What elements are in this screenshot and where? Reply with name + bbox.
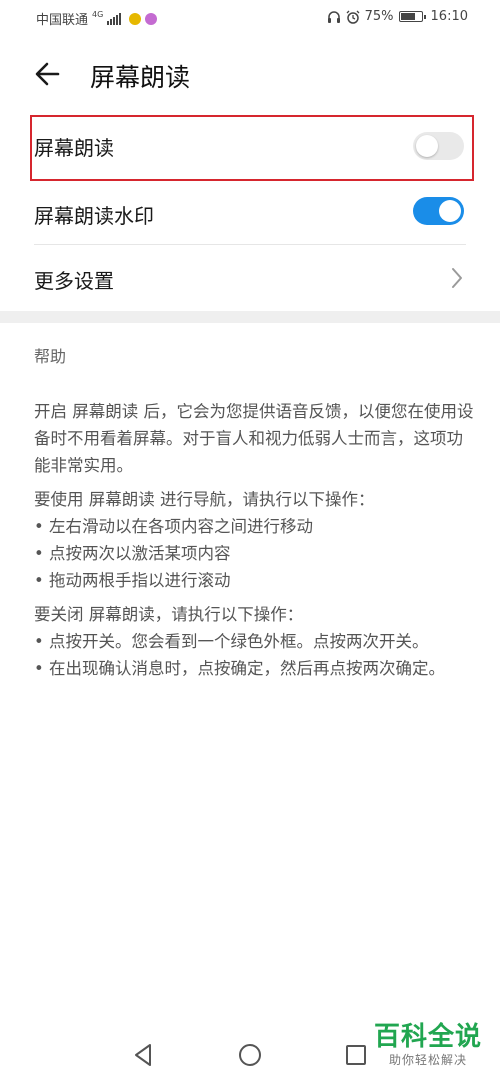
- help-paragraph: 要使用 屏幕朗读 进行导航，请执行以下操作： • 左右滑动以在各项内容之间进行移…: [34, 490, 375, 590]
- help-title: 帮助: [34, 347, 67, 366]
- battery-icon: [398, 11, 426, 22]
- headset-icon: [327, 10, 340, 23]
- clock: 16:10: [430, 9, 468, 24]
- screen-reader-row[interactable]: 屏幕朗读: [0, 115, 500, 181]
- page-title: 屏幕朗读: [90, 63, 191, 92]
- watermark-main: 百科全说: [373, 1022, 482, 1052]
- screen-reader-watermark-row[interactable]: 屏幕朗读水印: [0, 180, 500, 244]
- help-body: 开启 屏幕朗读 后，它会为您提供语音反馈，以便您在使用设备时不用看着屏幕。对于盲…: [34, 398, 474, 682]
- watermark-sub: 助你轻松解决: [388, 1053, 467, 1067]
- back-button[interactable]: [30, 56, 66, 92]
- help-paragraph: 要关闭 屏幕朗读，请执行以下操作： • 点按开关。您会看到一个绿色外框。点按两次…: [34, 605, 445, 678]
- screen-reader-toggle[interactable]: [413, 132, 464, 160]
- network-type: 4G: [92, 9, 104, 19]
- section-separator: [0, 311, 500, 323]
- screen-reader-watermark-toggle[interactable]: [413, 197, 464, 225]
- app-notification-icon: [129, 12, 142, 25]
- help-paragraph: 开启 屏幕朗读 后，它会为您提供语音反馈，以便您在使用设备时不用看着屏幕。对于盲…: [34, 402, 474, 475]
- screen-reader-label: 屏幕朗读: [34, 136, 114, 160]
- signal-icon: [107, 12, 122, 25]
- status-bar: 中国联通 4G 75% 16:10: [0, 0, 500, 34]
- back-icon[interactable]: [128, 1040, 158, 1070]
- battery-percent: 75%: [364, 9, 394, 24]
- status-left: 中国联通 4G: [36, 9, 158, 28]
- header: 屏幕朗读: [0, 40, 500, 106]
- app-notification-icon: [145, 12, 158, 25]
- carrier-label: 中国联通: [36, 13, 89, 28]
- more-settings-label: 更多设置: [34, 269, 114, 293]
- screen-reader-watermark-label: 屏幕朗读水印: [34, 204, 154, 228]
- home-icon[interactable]: [235, 1040, 265, 1070]
- toggle-knob: [439, 200, 461, 222]
- recents-icon[interactable]: [341, 1040, 371, 1070]
- chevron-right-icon: [452, 268, 462, 288]
- arrow-left-icon: [35, 62, 60, 86]
- toggle-knob: [416, 135, 438, 157]
- more-settings-row[interactable]: 更多设置: [0, 245, 500, 311]
- alarm-icon: [346, 10, 360, 24]
- watermark-logo: 百科全说 助你轻松解决: [374, 1022, 482, 1068]
- status-right: 75% 16:10: [327, 9, 468, 24]
